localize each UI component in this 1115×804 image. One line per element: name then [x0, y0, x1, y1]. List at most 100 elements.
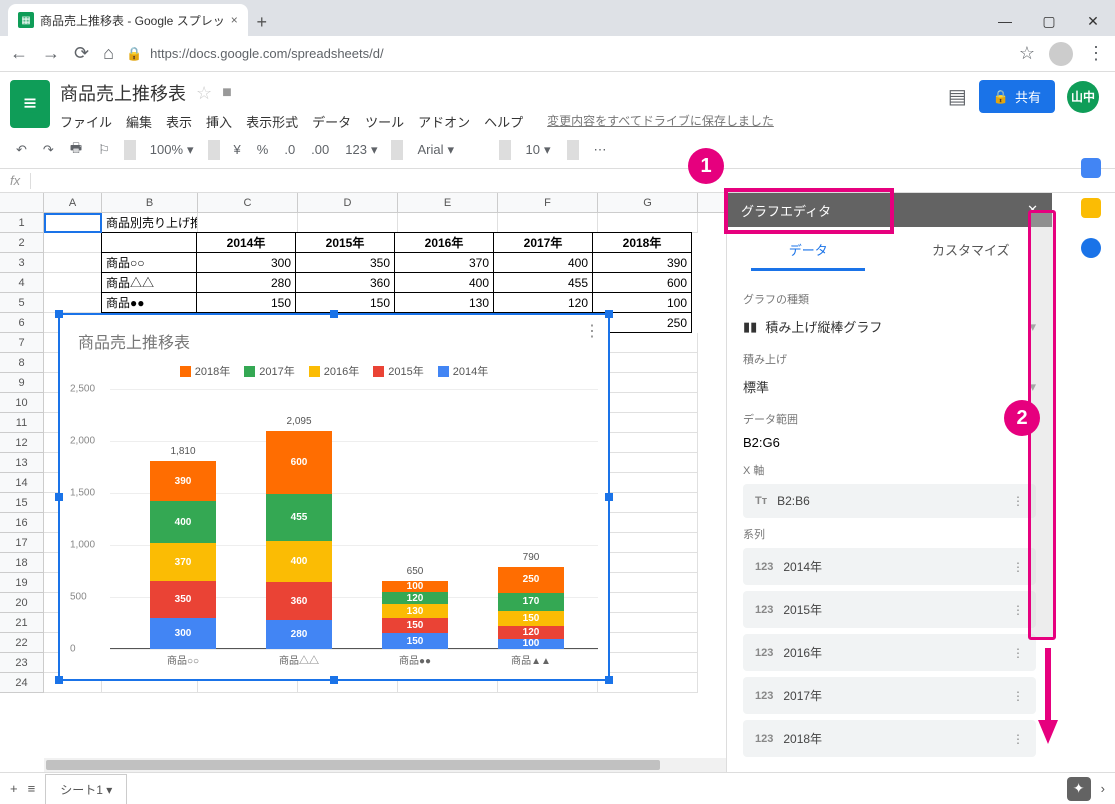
cell[interactable] [44, 293, 102, 313]
keep-icon[interactable] [1081, 198, 1101, 218]
menu-help[interactable]: ヘルプ [484, 112, 523, 131]
cell[interactable] [598, 633, 698, 653]
more-icon[interactable]: ⋮ [1012, 732, 1024, 746]
cell[interactable] [598, 333, 698, 353]
cell[interactable]: 2017年 [493, 232, 593, 253]
cell[interactable]: 商品○○ [101, 252, 197, 273]
explore-button[interactable]: ✦ [1067, 777, 1091, 801]
sheet-tab[interactable]: シート1 ▾ [45, 774, 127, 804]
redo-button[interactable]: ↷ [37, 138, 60, 162]
minimize-button[interactable]: — [983, 6, 1027, 36]
row-header[interactable]: 8 [0, 353, 44, 373]
cell[interactable] [598, 453, 698, 473]
cell[interactable]: 150 [295, 292, 395, 313]
url-field[interactable]: 🔒 https://docs.google.com/spreadsheets/d… [126, 46, 1007, 62]
more-icon[interactable]: ⋮ [1012, 560, 1024, 574]
row-header[interactable]: 21 [0, 613, 44, 633]
forward-button[interactable]: → [42, 43, 60, 64]
row-header[interactable]: 20 [0, 593, 44, 613]
dec-decrease-button[interactable]: .0 [278, 138, 301, 161]
row-header[interactable]: 18 [0, 553, 44, 573]
currency-button[interactable]: ¥ [228, 138, 247, 161]
cell[interactable]: 2016年 [394, 232, 494, 253]
menu-edit[interactable]: 編集 [126, 112, 152, 131]
row-header[interactable]: 10 [0, 393, 44, 413]
comments-icon[interactable]: ▤ [948, 84, 967, 109]
cell[interactable] [598, 353, 698, 373]
cell[interactable]: 2018年 [592, 232, 692, 253]
cell[interactable]: 商品△△ [101, 272, 197, 293]
cell[interactable] [498, 213, 598, 233]
all-sheets-button[interactable]: ≡ [28, 781, 36, 796]
cell[interactable]: 455 [493, 272, 593, 293]
col-header[interactable]: A [44, 193, 102, 212]
cell[interactable]: 360 [295, 272, 395, 293]
cell[interactable]: 2015年 [295, 232, 395, 253]
paint-format-button[interactable]: ⚐ [92, 138, 116, 162]
row-header[interactable]: 5 [0, 293, 44, 313]
cell[interactable]: 120 [493, 292, 593, 313]
home-button[interactable]: ⌂ [103, 43, 114, 64]
select-all-corner[interactable] [0, 193, 44, 212]
row-header[interactable]: 16 [0, 513, 44, 533]
col-header[interactable]: D [298, 193, 398, 212]
cell[interactable] [44, 233, 102, 253]
series-chip[interactable]: 1232014年⋮ [743, 548, 1036, 585]
undo-button[interactable]: ↶ [10, 138, 33, 162]
series-chip[interactable]: 1232017年⋮ [743, 677, 1036, 714]
series-chip[interactable]: 1232016年⋮ [743, 634, 1036, 671]
star-icon[interactable]: ☆ [1019, 43, 1035, 64]
sheets-logo[interactable] [10, 80, 50, 128]
series-chip[interactable]: 1232018年⋮ [743, 720, 1036, 757]
row-header[interactable]: 11 [0, 413, 44, 433]
row-header[interactable]: 9 [0, 373, 44, 393]
more-icon[interactable]: ⋮ [1012, 646, 1024, 660]
cell[interactable]: 390 [592, 252, 692, 273]
chart-menu-icon[interactable]: ⋮ [584, 321, 600, 341]
maximize-button[interactable]: ▢ [1027, 6, 1071, 36]
percent-button[interactable]: % [251, 138, 275, 161]
cell[interactable] [101, 232, 197, 253]
col-header[interactable]: F [498, 193, 598, 212]
resize-handle[interactable] [605, 676, 613, 684]
cell[interactable] [44, 253, 102, 273]
resize-handle[interactable] [55, 310, 63, 318]
cell[interactable]: 130 [394, 292, 494, 313]
menu-view[interactable]: 表示 [166, 112, 192, 131]
chart-embed[interactable]: ⋮ 商品売上推移表 2018年2017年2016年2015年2014年 0500… [58, 313, 610, 681]
browser-menu-icon[interactable]: ⋮ [1087, 43, 1105, 64]
cell[interactable] [598, 413, 698, 433]
row-header[interactable]: 23 [0, 653, 44, 673]
row-header[interactable]: 14 [0, 473, 44, 493]
row-header[interactable]: 22 [0, 633, 44, 653]
cell[interactable] [398, 213, 498, 233]
share-button[interactable]: 🔒 共有 [979, 80, 1055, 113]
resize-handle[interactable] [55, 676, 63, 684]
cell[interactable] [44, 213, 102, 233]
row-header[interactable]: 4 [0, 273, 44, 293]
formula-bar[interactable]: fx [0, 169, 1115, 193]
cell[interactable] [598, 553, 698, 573]
cell[interactable] [598, 473, 698, 493]
cell[interactable] [298, 213, 398, 233]
cell[interactable] [598, 373, 698, 393]
resize-handle[interactable] [55, 493, 63, 501]
cell[interactable]: 2014年 [196, 232, 296, 253]
cell[interactable] [598, 573, 698, 593]
new-tab-button[interactable]: + [248, 8, 276, 36]
col-header[interactable]: C [198, 193, 298, 212]
cell[interactable] [198, 213, 298, 233]
row-header[interactable]: 24 [0, 673, 44, 693]
cell[interactable]: 350 [295, 252, 395, 273]
cell[interactable]: 300 [196, 252, 296, 273]
print-button[interactable]: 🖶 [64, 135, 88, 165]
cell[interactable]: 150 [196, 292, 296, 313]
row-header[interactable]: 7 [0, 333, 44, 353]
cell[interactable] [598, 653, 698, 673]
resize-handle[interactable] [330, 676, 338, 684]
cell[interactable]: 商品別売り上げ推移表 [102, 213, 198, 233]
cell[interactable] [598, 433, 698, 453]
cell[interactable] [598, 533, 698, 553]
more-icon[interactable]: ⋮ [1012, 603, 1024, 617]
cell[interactable] [44, 273, 102, 293]
